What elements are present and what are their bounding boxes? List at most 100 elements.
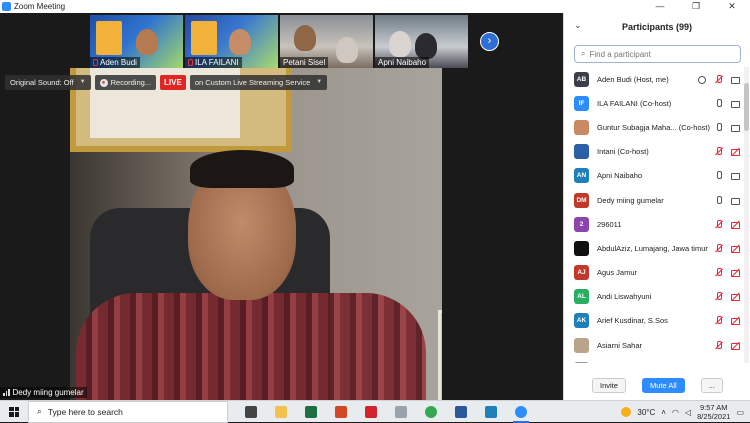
weather-temp[interactable]: 30°C <box>637 408 655 417</box>
participant-row[interactable]: Guntur Subagja Maha... (Co-host) <box>564 115 744 139</box>
photo-frame <box>438 310 442 400</box>
volume-icon[interactable]: ◁ <box>685 408 691 417</box>
microphone-muted-icon <box>714 219 723 229</box>
maximize-button[interactable]: ❐ <box>678 0 714 13</box>
participant-row[interactable]: DM Dedy miing gumelar <box>564 188 744 212</box>
microphone-muted-icon <box>714 268 723 277</box>
chevron-down-icon[interactable]: ⌄ <box>574 20 582 31</box>
taskbar-app-task-view[interactable] <box>236 401 266 423</box>
participant-status-icons <box>714 171 740 181</box>
microphone-muted-icon <box>714 292 723 301</box>
notification-icon[interactable]: ▭ <box>736 408 744 417</box>
participant-row[interactable]: Intani (Co-host) <box>564 140 744 164</box>
live-badge: LIVE <box>160 75 186 90</box>
start-button[interactable] <box>0 401 28 423</box>
minimize-button[interactable]: — <box>642 0 678 13</box>
participant-status-icons <box>714 316 740 326</box>
audio-level-icon <box>3 389 10 396</box>
taskbar-app-app-gray[interactable] <box>386 401 416 423</box>
taskbar-app-chrome[interactable] <box>416 401 446 423</box>
avatar <box>574 240 589 256</box>
avatar: DM <box>574 192 589 208</box>
video-camera-off-icon <box>731 220 740 229</box>
participant-row[interactable]: IF ILA FAILANI (Co-host) <box>564 91 744 115</box>
chevron-down-icon: ▼ <box>79 79 86 85</box>
system-tray: 30°C ˄ ◠ ◁ 9:57 AM 8/25/2021 ▭ <box>621 401 750 423</box>
microphone-icon <box>714 195 723 205</box>
participant-name: Intani (Co-host) <box>597 147 649 157</box>
taskbar-app-word[interactable] <box>446 401 476 423</box>
participant-row[interactable]: AJ Agus Jamur <box>564 261 744 285</box>
wifi-icon[interactable]: ◠ <box>672 408 679 417</box>
participant-thumbnail[interactable]: ILA FAILANI <box>185 15 278 68</box>
scrollbar[interactable] <box>744 67 749 363</box>
taskbar-app-acrobat[interactable] <box>356 401 386 423</box>
taskbar-search[interactable]: ⌕ Type here to search <box>28 400 228 423</box>
participant-face <box>229 29 251 55</box>
taskbar-app-photos[interactable] <box>476 401 506 423</box>
windows-icon <box>9 406 19 417</box>
avatar <box>574 361 589 363</box>
acrobat-icon <box>365 405 377 418</box>
taskbar-app-zoom[interactable] <box>506 401 536 423</box>
thumbnail-name: ILA FAILANI <box>185 57 242 68</box>
participant-row[interactable]: AN Apni Naibaho <box>564 164 744 188</box>
participant-row[interactable]: AbdulAziz, Lumajang, Jawa timur <box>564 236 744 260</box>
participant-row[interactable]: AK Arief Kusdinar, S.Sos <box>564 309 744 333</box>
more-button[interactable]: ... <box>700 377 723 393</box>
excel-icon <box>305 405 317 418</box>
mic-muted-icon <box>93 59 98 66</box>
taskbar-app-powerpoint[interactable] <box>326 401 356 423</box>
speaker-hair <box>190 150 294 188</box>
panel-footer: Invite Mute All ... <box>564 370 750 400</box>
participant-row[interactable]: A... <box>564 357 744 363</box>
participant-thumbnail[interactable]: Petani Sisel <box>280 15 373 68</box>
clock[interactable]: 9:57 AM 8/25/2021 <box>697 403 730 421</box>
windows-taskbar: ⌕ Type here to search 30°C ˄ ◠ ◁ 9:57 AM… <box>0 400 750 423</box>
participant-row[interactable]: 2 296011 <box>564 212 744 236</box>
powerpoint-icon <box>335 405 347 418</box>
avatar: AB <box>574 71 589 87</box>
taskbar-apps <box>236 401 536 423</box>
video-camera-icon <box>731 171 740 181</box>
word-icon <box>455 405 467 418</box>
invite-button[interactable]: Invite <box>592 377 626 393</box>
participant-face <box>415 33 437 59</box>
avatar: 2 <box>574 216 589 232</box>
panel-title: Participants (99) <box>621 22 693 32</box>
participant-status-icons <box>714 195 740 205</box>
participant-face <box>294 25 316 51</box>
participant-thumbnail[interactable]: Apni Naibaho <box>375 15 468 68</box>
taskbar-app-excel[interactable] <box>296 401 326 423</box>
meeting-area: Aden Budi ILA FAILANI Petani Sisel Apni … <box>0 13 563 400</box>
participant-row[interactable]: Asiarni Sahar <box>564 333 744 357</box>
active-speaker-label: Dedy miing gumelar <box>0 387 87 398</box>
live-streaming-menu[interactable]: on Custom Live Streaming Service ▼ <box>189 75 328 90</box>
window-title: Zoom Meeting <box>14 2 66 11</box>
avatar: AN <box>574 168 589 184</box>
taskbar-search-placeholder: Type here to search <box>47 406 123 417</box>
next-page-button[interactable]: › <box>480 32 499 51</box>
original-sound-toggle[interactable]: Original Sound: Off ▼ <box>5 75 91 90</box>
avatar: IF <box>574 95 589 111</box>
close-button[interactable]: ✕ <box>714 0 750 13</box>
clock-date: 8/25/2021 <box>697 412 731 421</box>
photos-icon <box>485 405 497 418</box>
recording-indicator[interactable]: ● Recording... <box>94 75 157 90</box>
avatar <box>574 119 589 135</box>
mute-all-button[interactable]: Mute All <box>641 377 685 393</box>
participant-status-icons <box>714 147 740 157</box>
app-gray-icon <box>395 405 407 418</box>
participant-name: AbdulAziz, Lumajang, Jawa timur <box>597 243 708 253</box>
clock-time: 9:57 AM <box>699 403 728 412</box>
search-input[interactable] <box>589 49 730 59</box>
participant-row[interactable]: AB Aden Budi (Host, me) <box>564 67 744 91</box>
participant-row[interactable]: AL Andi Liswahyuni <box>564 285 744 309</box>
chrome-icon <box>425 405 437 418</box>
poster-image <box>96 21 122 55</box>
taskbar-app-file-explorer[interactable] <box>266 401 296 423</box>
participant-thumbnail[interactable]: Aden Budi <box>90 15 183 68</box>
participant-search[interactable]: ⌕ <box>574 45 741 63</box>
microphone-icon <box>714 171 723 180</box>
chevron-up-icon[interactable]: ˄ <box>661 408 666 417</box>
